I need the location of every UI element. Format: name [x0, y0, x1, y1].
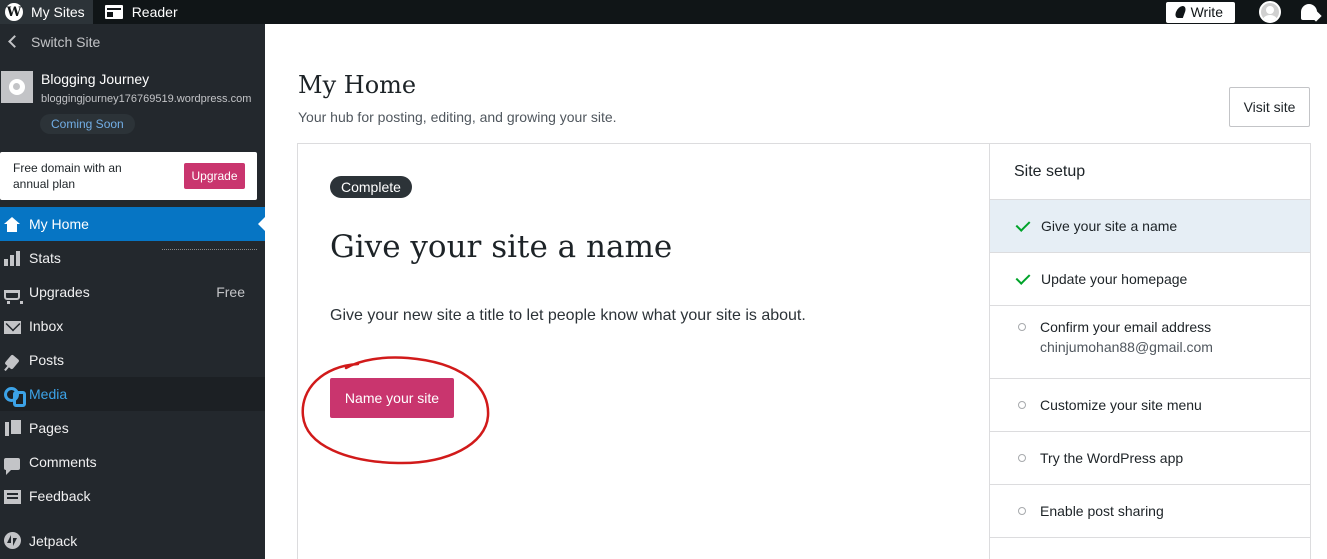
setup-item-label: Update your homepage [1041, 271, 1188, 287]
task-title: Give your site a name [330, 229, 673, 265]
my-sites-button[interactable]: W My Sites [0, 0, 93, 24]
sidebar-item-upgrades[interactable]: Upgrades Free [0, 275, 265, 309]
reader-label: Reader [131, 4, 178, 20]
site-setup-title: Site setup [990, 144, 1310, 200]
sidebar-item-posts[interactable]: Posts [0, 343, 265, 377]
write-label: Write [1190, 4, 1223, 20]
pin-icon [3, 352, 21, 370]
sidebar-item-label: Jetpack [29, 533, 78, 549]
setup-item-post-sharing[interactable]: Enable post sharing [990, 485, 1310, 538]
upgrade-button[interactable]: Upgrade [184, 163, 245, 189]
setup-item-label: Give your site a name [1041, 218, 1178, 234]
write-button[interactable]: Write [1165, 1, 1235, 23]
sidebar-item-pages[interactable]: Pages [0, 411, 265, 445]
coming-soon-badge: Coming Soon [40, 114, 135, 134]
setup-item-site-menu[interactable]: Customize your site menu [990, 379, 1310, 432]
pending-circle-icon [1018, 401, 1026, 409]
sidebar-item-label: Media [29, 386, 68, 402]
sidebar-item-label: Posts [29, 352, 65, 368]
setup-item-wordpress-app[interactable]: Try the WordPress app [990, 432, 1310, 485]
pending-circle-icon [1018, 454, 1026, 462]
checkmark-icon [1015, 269, 1031, 285]
setup-item-homepage[interactable]: Update your homepage [990, 253, 1310, 306]
site-globe-icon [1, 71, 33, 103]
my-sites-label: My Sites [31, 4, 85, 20]
sidebar-menu: My Home Stats Upgrades Free Inbox Posts … [0, 207, 265, 558]
upgrade-nudge-card: Free domain with an annual plan Upgrade [0, 152, 257, 200]
notifications-bell-icon[interactable] [1301, 4, 1317, 20]
reader-button[interactable]: Reader [93, 0, 188, 24]
sidebar-item-comments[interactable]: Comments [0, 445, 265, 479]
sidebar-item-label: Stats [29, 250, 61, 266]
comment-icon [3, 454, 21, 475]
pending-circle-icon [1018, 323, 1026, 331]
site-setup-checklist: Site setup Give your site a name Update … [990, 144, 1310, 559]
reader-icon [104, 5, 123, 19]
sidebar: Switch Site Blogging Journey bloggingjou… [0, 24, 265, 559]
media-icon [3, 386, 26, 407]
checkmark-icon [1015, 216, 1031, 232]
site-name: Blogging Journey [41, 71, 150, 87]
sidebar-item-feedback[interactable]: Feedback [0, 479, 265, 513]
visit-site-button[interactable]: Visit site [1229, 87, 1310, 127]
switch-site-label: Switch Site [31, 33, 101, 50]
stats-icon [3, 250, 21, 266]
complete-badge: Complete [330, 176, 412, 198]
setup-item-confirm-email[interactable]: Confirm your email address chinjumohan88… [990, 306, 1310, 379]
sidebar-item-label: Inbox [29, 318, 64, 334]
admin-bar: W My Sites Reader Write [0, 0, 1327, 24]
pending-circle-icon [1018, 507, 1026, 515]
upgrades-free-badge: Free [216, 284, 245, 300]
page-subtitle: Your hub for posting, editing, and growi… [298, 109, 617, 125]
stats-sparkline [162, 249, 257, 250]
sidebar-item-label: Upgrades [29, 284, 90, 300]
setup-item-label: Customize your site menu [1040, 397, 1202, 413]
feedback-icon [3, 488, 21, 504]
sidebar-item-inbox[interactable]: Inbox [0, 309, 265, 343]
setup-item-label: Confirm your email address [1040, 319, 1212, 335]
sidebar-item-my-home[interactable]: My Home [0, 207, 265, 241]
switch-site-link[interactable]: Switch Site [0, 24, 265, 59]
avatar-icon[interactable] [1259, 1, 1281, 23]
setup-item-site-name[interactable]: Give your site a name [990, 200, 1310, 253]
task-panel: Complete Give your site a name Give your… [298, 144, 990, 559]
setup-item-label: Try the WordPress app [1040, 450, 1184, 466]
sidebar-item-label: Comments [29, 454, 97, 470]
site-setup-card: Complete Give your site a name Give your… [297, 143, 1311, 559]
jetpack-icon [3, 532, 21, 549]
sidebar-item-stats[interactable]: Stats [0, 241, 265, 275]
pages-icon [3, 420, 21, 436]
wordpress-logo-icon: W [5, 3, 23, 21]
sidebar-item-media[interactable]: Media [0, 377, 265, 411]
current-site-card[interactable]: Blogging Journey bloggingjourney17676951… [0, 68, 265, 138]
site-url: bloggingjourney176769519.wordpress.com [41, 93, 252, 105]
email-address: chinjumohan88@gmail.com [1040, 339, 1213, 355]
inbox-icon [3, 318, 21, 334]
setup-item-label: Enable post sharing [1040, 503, 1164, 519]
cart-icon [3, 284, 23, 304]
chevron-left-icon [8, 35, 21, 48]
task-description: Give your new site a title to let people… [330, 307, 806, 324]
sidebar-item-label: Feedback [29, 488, 91, 504]
name-your-site-button[interactable]: Name your site [330, 378, 454, 418]
sidebar-item-label: Pages [29, 420, 69, 436]
pen-icon [1173, 6, 1187, 18]
sidebar-item-jetpack[interactable]: Jetpack [0, 524, 265, 558]
page-title: My Home [298, 71, 417, 99]
home-icon [3, 216, 21, 232]
sidebar-item-label: My Home [29, 216, 89, 232]
upgrade-nudge-text: Free domain with an annual plan [13, 161, 122, 191]
